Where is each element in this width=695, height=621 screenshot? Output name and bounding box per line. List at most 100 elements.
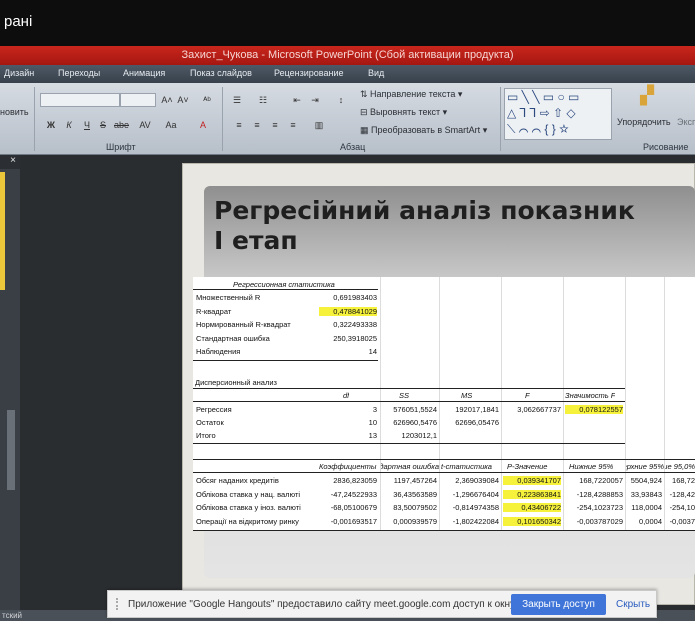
drag-handle-icon[interactable]	[116, 598, 121, 610]
strikethrough-icon[interactable]: abe	[114, 119, 129, 131]
coef-col-se: Стандартная ошибка	[381, 462, 439, 471]
numbering-icon[interactable]: ☷	[256, 94, 270, 106]
tab-design[interactable]: Дизайн	[4, 68, 34, 78]
coef-label: Операції на відкритому ринку	[196, 516, 299, 526]
coef-lower: 168,7220057	[579, 476, 623, 485]
coef-lower: -254,1023723	[576, 503, 623, 512]
coef-upper: 0,0004	[639, 516, 662, 526]
change-case-icon[interactable]: Aa	[164, 119, 178, 131]
coef-value: 2836,823059	[333, 476, 377, 485]
coef-label: Облікова ставка у нац. валюті	[196, 489, 301, 499]
anova-col-sig: Значимость F	[565, 391, 616, 400]
underline-icon[interactable]: Ч	[80, 119, 94, 131]
coef-upper: 33,93843	[630, 489, 662, 499]
coef-upper: 118,0004	[631, 503, 662, 512]
bold-icon[interactable]: Ж	[44, 119, 58, 131]
slide-thumbnail[interactable]	[0, 172, 5, 290]
stats-header: Регрессионная статистика	[233, 280, 335, 289]
hangout-header: рані	[0, 0, 695, 46]
italic-icon[interactable]: К	[62, 119, 76, 131]
anova-ss: 576051,5524	[393, 405, 437, 414]
clear-format-icon[interactable]: ᴬᵇ	[200, 94, 214, 106]
slide-title-line2: І етап	[214, 226, 298, 255]
anova-ms: 62696,05476	[455, 418, 499, 427]
tab-slideshow[interactable]: Показ слайдов	[190, 68, 252, 78]
coef-lower: -0,003787029	[576, 516, 623, 526]
bullets-icon[interactable]: ☰	[230, 94, 244, 106]
align-center-icon[interactable]: ≡	[250, 119, 264, 131]
notice-text: Приложение "Google Hangouts" предоставил…	[128, 599, 517, 610]
font-name-combo[interactable]	[40, 93, 120, 107]
shapes-gallery[interactable]: ▭ ╲ ╲ ▭ ○ ▭ △ ⅂ ⅂ ⇨ ⇧ ◇ ⟍ ⌒ ⌒ { } ☆	[504, 88, 612, 140]
anova-f: 3,062667737	[517, 405, 561, 414]
coef-p: 0,039341707	[503, 476, 561, 485]
align-text-button[interactable]: ⊟ Выровнять текст ▾	[360, 107, 447, 118]
slide-title[interactable]: Регресійний аналіз показник І етап	[214, 196, 695, 256]
columns-icon[interactable]: ▥	[312, 119, 326, 131]
anova-label: Регрессия	[196, 405, 232, 414]
anova-ms: 192017,1841	[455, 405, 499, 414]
tab-animation[interactable]: Анимация	[123, 68, 165, 78]
coef-lower2: 168,72	[672, 476, 695, 485]
font-group-label: Шрифт	[106, 142, 136, 152]
anova-header: Дисперсионный анализ	[195, 378, 277, 387]
window-title: Захист_Чукова - Microsoft PowerPoint (Сб…	[0, 46, 695, 65]
shadow-icon[interactable]: S	[96, 119, 110, 131]
panel-scrollbar[interactable]	[7, 410, 15, 490]
anova-label: Остаток	[196, 418, 224, 427]
coef-lower: -128,4288853	[576, 489, 623, 499]
tab-review[interactable]: Рецензирование	[274, 68, 344, 78]
coef-lower2: -0,0037	[669, 516, 695, 526]
coef-col-t: t-статистика	[441, 462, 492, 471]
tab-transitions[interactable]: Переходы	[58, 68, 100, 78]
coef-t: 2,369039084	[455, 476, 499, 485]
hide-button[interactable]: Скрыть	[616, 599, 650, 610]
tab-view[interactable]: Вид	[368, 68, 384, 78]
coef-p: 0,43406722	[503, 503, 561, 512]
regression-table[interactable]: Регрессионная статистика Множественный R…	[193, 277, 695, 531]
anova-df: 10	[368, 418, 377, 427]
decrease-indent-icon[interactable]: ⇤	[290, 94, 304, 106]
stats-value: 0,322493338	[333, 320, 377, 329]
justify-icon[interactable]: ≡	[286, 119, 300, 131]
coef-upper: 5504,924	[630, 476, 662, 485]
anova-ss: 1203012,1	[401, 431, 437, 440]
separator	[222, 87, 223, 151]
coef-value: -47,24522933	[330, 489, 377, 499]
text-direction-button[interactable]: ⇅ Направление текста ▾	[360, 89, 462, 100]
panel-close-icon[interactable]: ×	[0, 155, 20, 169]
coef-t: -1,296676404	[452, 489, 499, 499]
arrange-button[interactable]: Упорядочить	[617, 117, 671, 127]
coef-col-p: P-Значение	[507, 462, 548, 471]
coef-t: -1,802422084	[452, 516, 499, 526]
stats-value: 0,478841029	[319, 306, 377, 316]
arrange-icon[interactable]: ▞	[636, 86, 658, 113]
font-size-combo[interactable]	[120, 93, 156, 107]
stats-label: Наблюдения	[196, 347, 241, 356]
shrink-font-icon[interactable]: A˅	[176, 94, 190, 106]
font-color-icon[interactable]: A	[196, 119, 210, 131]
anova-label: Итого	[196, 431, 216, 440]
increase-indent-icon[interactable]: ⇥	[308, 94, 322, 106]
align-right-icon[interactable]: ≡	[268, 119, 282, 131]
stats-value: 14	[368, 347, 377, 356]
stats-value: 0,691983403	[333, 293, 377, 302]
grow-font-icon[interactable]: A˄	[160, 94, 174, 106]
slide-title-line1: Регресійний аналіз показник	[214, 196, 635, 225]
anova-significance: 0,078122557	[565, 405, 623, 414]
coef-lower2: -128,42	[669, 489, 695, 499]
express-styles-button[interactable]: Эксп	[677, 117, 695, 127]
refresh-button[interactable]: новить	[0, 107, 29, 117]
char-spacing-icon[interactable]: AV	[138, 119, 152, 131]
coef-label: Облікова ставка у іноз. валюті	[196, 503, 301, 512]
align-left-icon[interactable]: ≡	[232, 119, 246, 131]
stats-value: 250,3918025	[333, 333, 377, 343]
stop-sharing-button[interactable]: Закрыть доступ	[511, 594, 606, 615]
anova-col-ms: MS	[461, 391, 473, 400]
status-language: тский	[2, 611, 23, 620]
smartart-button[interactable]: ▦ Преобразовать в SmartArt ▾	[360, 125, 487, 136]
anova-ss: 626960,5476	[393, 418, 437, 427]
anova-col-ss: SS	[399, 391, 410, 400]
line-spacing-icon[interactable]: ↕	[334, 94, 348, 106]
drawing-group-label: Рисование	[643, 142, 689, 152]
